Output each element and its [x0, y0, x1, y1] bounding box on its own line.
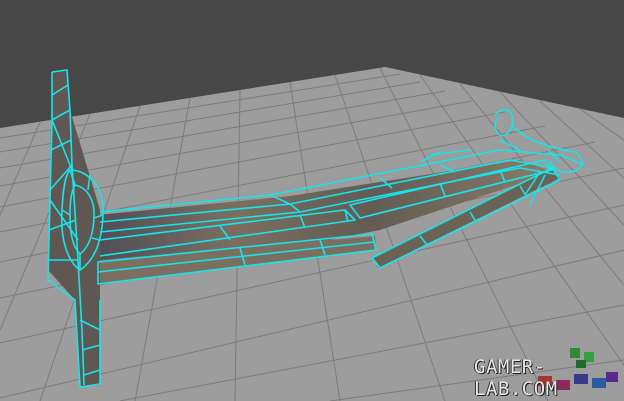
watermark-text: GAMER-LAB.COM: [474, 356, 558, 400]
viewport-scene: [0, 67, 624, 401]
3d-viewport[interactable]: GAMER-LAB.COM: [0, 0, 624, 401]
